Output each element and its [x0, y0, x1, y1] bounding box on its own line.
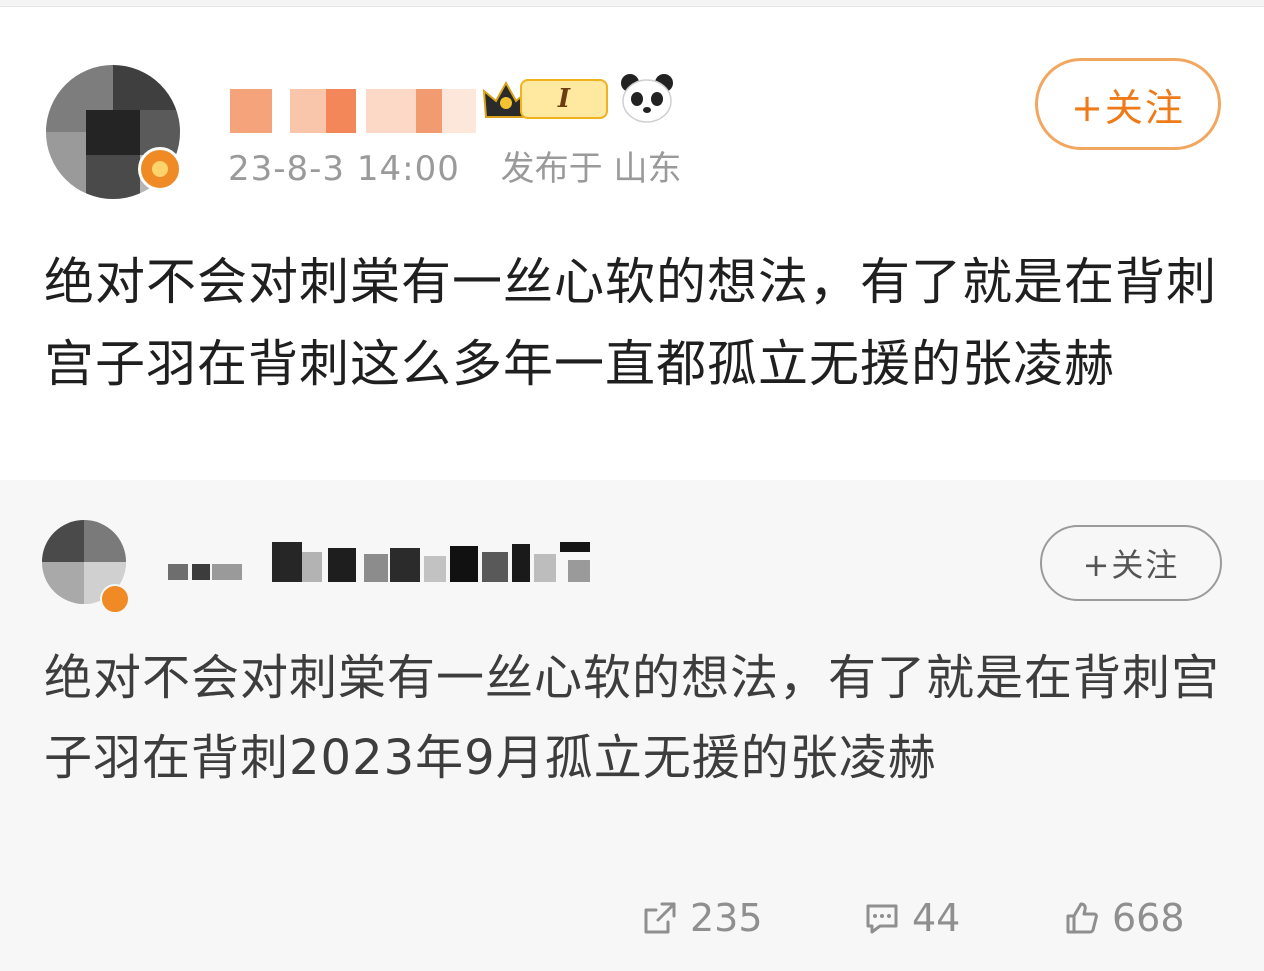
post-timestamp: 23-8-3 14:00: [228, 149, 460, 189]
quoted-post-body: 绝对不会对刺棠有一丝心软的想法，有了就是在背刺宫子羽在背刺2023年9月孤立无援…: [44, 650, 1221, 786]
follow-button[interactable]: +关注: [1035, 58, 1221, 150]
post-body: 绝对不会对刺棠有一丝心软的想法，有了就是在背刺宫子羽在背刺这么多年一直都孤立无援…: [44, 253, 1217, 393]
post-location: 发布于 山东: [500, 149, 682, 189]
share-action[interactable]: 235: [640, 888, 763, 948]
quoted-follow-button[interactable]: +关注: [1040, 525, 1222, 601]
share-icon: [644, 902, 676, 934]
comment-count: 44: [912, 896, 961, 940]
panda-icon: [621, 74, 673, 123]
action-bar: 235 44 668: [0, 888, 1264, 948]
level-badge: I: [520, 79, 608, 119]
quoted-author-name-obscured[interactable]: [168, 542, 638, 582]
share-count: 235: [690, 896, 763, 940]
like-count: 668: [1112, 896, 1185, 940]
main-post: I 23-8-3 14:00 发布于 山东 +关注 绝对不会对刺棠有一丝心软的想…: [0, 7, 1264, 480]
like-icon: [1066, 902, 1098, 934]
quoted-avatar-badge: [100, 584, 130, 614]
comment-action[interactable]: 44: [862, 888, 960, 948]
top-divider: [0, 0, 1264, 7]
comment-icon: [866, 904, 898, 934]
like-action[interactable]: 668: [1062, 888, 1185, 948]
avatar-verified-badge: [138, 147, 182, 191]
quoted-post: +关注 绝对不会对刺棠有一丝心软的想法，有了就是在背刺宫子羽在背刺2023年9月…: [0, 480, 1264, 971]
post-meta: 23-8-3 14:00 发布于 山东: [228, 147, 681, 191]
author-name-obscured[interactable]: [230, 89, 480, 133]
